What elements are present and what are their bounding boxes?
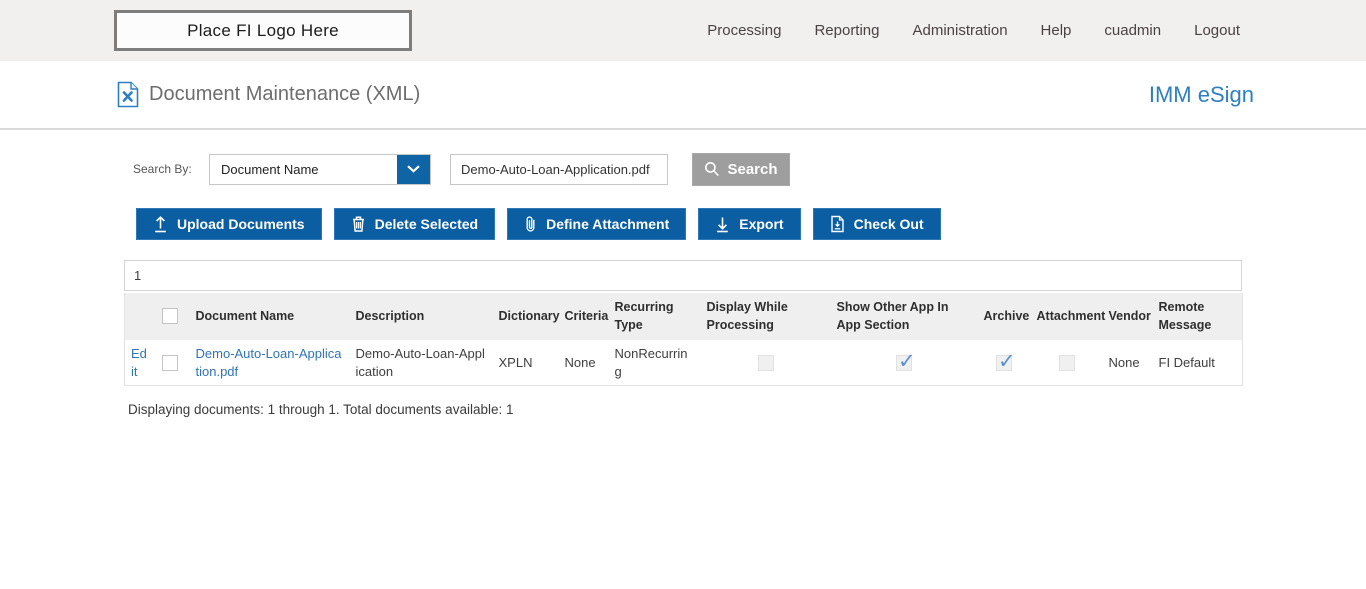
nav-item-administration[interactable]: Administration [913, 22, 1008, 39]
chevron-down-icon [397, 154, 430, 184]
column-header-attachment: Attachment [1036, 308, 1106, 323]
search-icon [704, 161, 720, 177]
export-button[interactable]: Export [698, 208, 801, 240]
main-content: Search By: Document Name Search [0, 130, 1366, 417]
column-header-dictionary: Dictionary [498, 308, 560, 323]
check-out-label: Check Out [853, 216, 924, 232]
brand-logo-text: IMM eSign [1148, 81, 1254, 107]
nav-item-help[interactable]: Help [1041, 22, 1072, 39]
export-label: Export [739, 216, 784, 232]
page-title: Document Maintenance (XML) [149, 83, 421, 105]
column-header-document-name: Document Name [195, 308, 295, 323]
search-row: Search By: Document Name Search [133, 152, 1366, 186]
table-header-row: Document Name Description Dictionary Cri… [124, 293, 1243, 340]
title-group: Document Maintenance (XML) [117, 81, 420, 108]
search-by-label: Search By: [133, 162, 192, 176]
column-header-archive: Archive [983, 308, 1030, 323]
nav-item-processing[interactable]: Processing [707, 22, 781, 39]
fi-logo-text: Place FI Logo Here [187, 20, 339, 40]
nav-item-logout[interactable]: Logout [1194, 22, 1240, 39]
edit-link[interactable]: Edit [131, 346, 147, 379]
recurring-type-cell: NonRecurring [608, 340, 701, 387]
search-button[interactable]: Search [692, 152, 790, 186]
fi-logo-placeholder: Place FI Logo Here [114, 10, 412, 51]
define-attachment-button[interactable]: Define Attachment [507, 208, 687, 240]
dictionary-cell: XPLN [492, 340, 559, 387]
column-header-display-while-processing: Display While Processing [706, 300, 788, 332]
upload-documents-button[interactable]: Upload Documents [136, 208, 322, 240]
display-while-processing-checkbox[interactable] [757, 355, 774, 372]
vendor-cell: None [1102, 340, 1153, 387]
define-attachment-label: Define Attachment [546, 216, 670, 232]
page-number[interactable]: 1 [134, 268, 141, 283]
edit-column-header [125, 293, 156, 340]
attachment-checkbox[interactable] [1058, 355, 1075, 372]
table-row: Edit Demo-Auto-Loan-Application.pdf Demo… [124, 340, 1243, 387]
row-select-checkbox[interactable] [161, 355, 178, 372]
column-header-vendor: Vendor [1108, 308, 1151, 323]
column-header-description: Description [355, 308, 425, 323]
select-all-checkbox[interactable] [161, 308, 178, 325]
document-x-icon [117, 81, 139, 108]
top-bar: Place FI Logo Here Processing Reporting … [0, 0, 1366, 61]
description-cell: Demo-Auto-Loan-Application [349, 340, 493, 387]
column-header-remote-message: Remote Message [1158, 300, 1212, 332]
documents-table: Document Name Description Dictionary Cri… [124, 293, 1243, 387]
column-header-show-other-app: Show Other App In App Section [836, 300, 949, 332]
criteria-cell: None [558, 340, 609, 387]
documents-count-summary: Displaying documents: 1 through 1. Total… [128, 402, 514, 418]
archive-checkbox[interactable] [996, 348, 1016, 377]
download-icon [715, 215, 730, 233]
title-bar: Document Maintenance (XML) IMM eSign [0, 61, 1366, 130]
remote-message-cell: FI Default [1152, 340, 1243, 387]
upload-icon [153, 215, 168, 233]
column-header-recurring-type: Recurring Type [614, 300, 674, 332]
check-out-button[interactable]: Check Out [812, 208, 941, 240]
search-input[interactable] [450, 153, 668, 185]
document-name-link[interactable]: Demo-Auto-Loan-Application.pdf [196, 346, 342, 379]
main-nav: Processing Reporting Administration Help… [707, 22, 1240, 39]
search-by-dropdown-value: Document Name [221, 161, 319, 177]
select-all-column-header [156, 293, 190, 340]
paperclip-icon [524, 215, 537, 233]
upload-documents-label: Upload Documents [177, 216, 305, 232]
pagination-bar: 1 [124, 260, 1242, 291]
nav-item-reporting[interactable]: Reporting [814, 22, 879, 39]
nav-item-username[interactable]: cuadmin [1104, 22, 1161, 39]
column-header-criteria: Criteria [564, 308, 609, 323]
search-button-label: Search [727, 160, 778, 178]
trash-icon [351, 215, 366, 233]
delete-selected-label: Delete Selected [374, 216, 479, 232]
show-other-app-checkbox[interactable] [896, 348, 916, 377]
delete-selected-button[interactable]: Delete Selected [333, 208, 496, 240]
documents-table-container: 1 Document Name Description Dictionary C… [124, 260, 1243, 387]
action-buttons-row: Upload Documents Delete Selected Define … [136, 208, 1366, 240]
search-by-dropdown[interactable]: Document Name [209, 153, 431, 185]
checkout-document-icon [830, 215, 845, 233]
